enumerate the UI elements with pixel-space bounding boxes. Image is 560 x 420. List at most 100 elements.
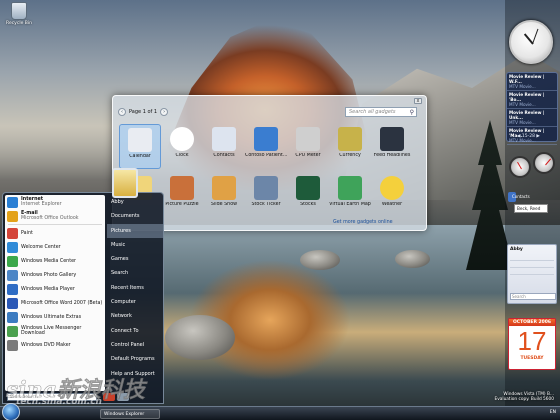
program-item[interactable]: Windows Photo Gallery: [5, 268, 105, 282]
feed-title: Movie Review | 'Bo...: [509, 92, 545, 102]
program-label: Windows Live Messenger Download: [21, 326, 82, 336]
contacts-gadget[interactable]: Contacts Beck, Reed: [508, 192, 556, 224]
pinned-program[interactable]: Internet Internet Explorer: [5, 195, 105, 209]
feed-title: Movie Review | Unk...: [509, 110, 545, 120]
currency-icon: [338, 127, 362, 151]
stocks-icon: [296, 176, 320, 200]
clock-icon: [170, 127, 194, 151]
program-icon: [7, 339, 18, 351]
program-item[interactable]: Paint: [5, 226, 105, 240]
gadget-label: Slide Show: [210, 202, 238, 207]
feed-title: Movie Review | W.F...: [509, 74, 545, 84]
gadget-label: Stocks: [300, 202, 316, 207]
slideshow-icon: [212, 176, 236, 200]
system-tray[interactable]: EN: [550, 410, 556, 415]
gadget-search-input[interactable]: Search all gadgets ⚲: [345, 107, 417, 117]
gadget-tile[interactable]: CPU Meter: [287, 124, 329, 169]
contact-card[interactable]: Beck, Reed: [514, 204, 548, 213]
cpu-dial: [509, 156, 531, 178]
start-place-item[interactable]: Computer: [107, 295, 163, 309]
program-item[interactable]: Windows Media Center: [5, 254, 105, 268]
program-item[interactable]: Windows Ultimate Extras: [5, 310, 105, 324]
gadget-tile[interactable]: Slide Show: [203, 173, 245, 218]
program-icon: [7, 269, 18, 281]
gadget-tile[interactable]: Clock: [161, 124, 203, 169]
start-place-item[interactable]: Default Programs: [107, 352, 163, 366]
start-place-item[interactable]: Connect To: [107, 324, 163, 338]
gadget-tile[interactable]: Contoso Patient...: [245, 124, 287, 169]
gadget-label: Clock: [175, 153, 189, 158]
feed-item[interactable]: Movie Review | Unk... MTV Movie...: [507, 109, 557, 127]
gadget-tile[interactable]: Virtual Earth Map: [329, 173, 371, 218]
taskbar-item[interactable]: Windows Explorer: [100, 409, 160, 419]
start-place-item[interactable]: Pictures: [107, 223, 163, 238]
start-place-item[interactable]: Control Panel: [107, 338, 163, 352]
stock-ticker-icon: [254, 176, 278, 200]
program-item[interactable]: Windows Live Messenger Download: [5, 324, 105, 338]
start-place-item[interactable]: Search: [107, 266, 163, 280]
start-place-item[interactable]: Network: [107, 309, 163, 323]
clock-minute-hand: [532, 28, 539, 45]
puzzle-icon: [170, 176, 194, 200]
gadget-tile[interactable]: Calendar: [119, 124, 161, 169]
notes-gadget[interactable]: Abby Search: [507, 244, 557, 304]
gallery-close-button[interactable]: x: [414, 98, 422, 104]
wallpaper-rock: [300, 250, 340, 270]
program-item[interactable]: Microsoft Office Word 2007 (Beta): [5, 296, 105, 310]
calendar-gadget[interactable]: OCTOBER 2006 17 TUESDAY: [508, 318, 556, 370]
start-place-item[interactable]: Recent Items: [107, 281, 163, 295]
get-more-gadgets-link[interactable]: Get more gadgets online: [333, 220, 393, 225]
divider: [8, 224, 102, 225]
recycle-bin-label: Recycle Bin: [6, 21, 32, 26]
weather-icon: [380, 176, 404, 200]
program-item[interactable]: Windows Media Player: [5, 282, 105, 296]
program-icon: [7, 196, 18, 208]
feed-meta: MTV Movie...: [509, 102, 536, 107]
gadget-tile[interactable]: Picture Puzzle: [161, 173, 203, 218]
calendar-month: OCTOBER 2006: [509, 319, 555, 326]
notes-line: [510, 274, 554, 275]
gadget-label: Calendar: [129, 154, 151, 159]
start-place-item[interactable]: Games: [107, 252, 163, 266]
gadget-tile[interactable]: Stock Ticker: [245, 173, 287, 218]
wallpaper-rock: [395, 250, 430, 268]
start-place-item[interactable]: Documents: [107, 209, 163, 223]
calendar-weekday: TUESDAY: [520, 356, 544, 361]
program-icon: [7, 325, 18, 337]
start-button[interactable]: [2, 403, 20, 420]
program-icon: [7, 311, 18, 323]
gadget-tile[interactable]: Contacts: [203, 124, 245, 169]
search-icon[interactable]: ⚲: [410, 109, 414, 117]
gadget-grid: Calendar Clock Contacts Contoso Patient... C…: [119, 124, 419, 218]
program-label: Windows Media Player: [21, 286, 75, 292]
cpu-meter-icon: [296, 127, 320, 151]
program-label: Microsoft Office Word 2007 (Beta): [21, 300, 103, 306]
gadget-tile[interactable]: Weather: [371, 173, 413, 218]
next-page-button[interactable]: ›: [160, 107, 169, 116]
gadget-tile[interactable]: Currency: [329, 124, 371, 169]
program-item[interactable]: Windows DVD Maker: [5, 338, 105, 352]
notes-search-input[interactable]: Search: [510, 293, 556, 300]
gallery-titlebar[interactable]: [113, 96, 426, 106]
feed-item[interactable]: Movie Review | 'Bo... MTV Movie...: [507, 91, 557, 109]
start-place-item[interactable]: Music: [107, 238, 163, 252]
build-watermark: Windows Vista (TM) B... Evaluation copy.…: [494, 392, 554, 402]
prev-page-button[interactable]: ‹: [118, 107, 126, 116]
recycle-bin[interactable]: Recycle Bin: [4, 2, 34, 26]
notes-text: Abby: [510, 247, 523, 252]
program-item[interactable]: Welcome Center: [5, 240, 105, 254]
feed-item[interactable]: Movie Review | W.F... MTV Movie...: [507, 73, 557, 91]
clock-gadget[interactable]: [509, 20, 553, 64]
map-icon: [338, 176, 362, 200]
feed-nav-range: 15-28: [521, 134, 535, 139]
feed-nav[interactable]: ◀ 15-28 ▶: [517, 134, 540, 139]
pinned-program[interactable]: E-mail Microsoft Office Outlook: [5, 209, 105, 223]
page-label: Page 1 of 1: [129, 108, 158, 115]
program-label: Windows Photo Gallery: [21, 272, 77, 278]
cpu-meter-gadget[interactable]: [507, 152, 557, 186]
feed-meta: MTV Movie...: [509, 84, 536, 89]
user-picture: [112, 168, 138, 198]
gadget-tile[interactable]: Stocks: [287, 173, 329, 218]
notes-line: [510, 260, 554, 261]
gadget-tile[interactable]: Feed Headlines: [371, 124, 413, 169]
